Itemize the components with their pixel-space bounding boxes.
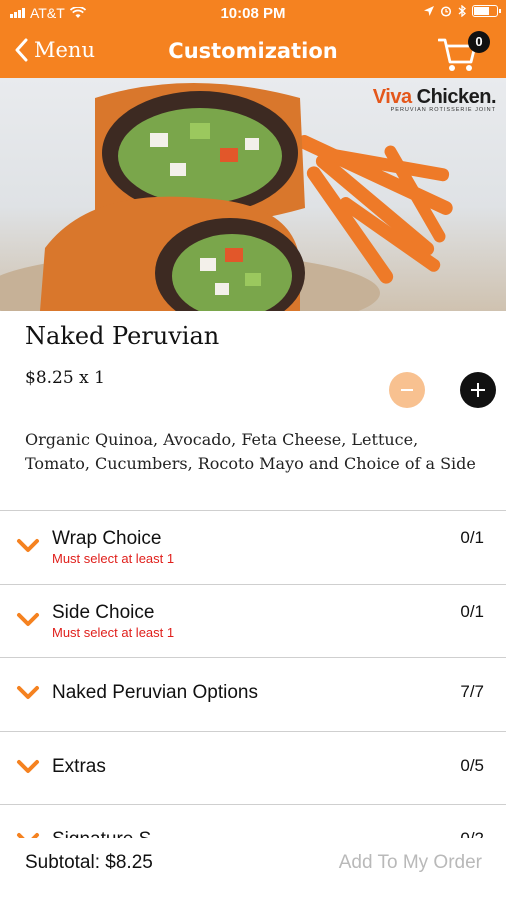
option-count: 0/5 [460, 755, 484, 775]
option-count: 0/2 [460, 829, 484, 838]
location-icon [424, 6, 434, 16]
chevron-down-icon [17, 759, 39, 773]
chevron-down-icon [17, 539, 39, 552]
cart-count-badge: 0 [468, 31, 490, 53]
brand-name-part2: Chicken. [416, 86, 497, 108]
option-extras[interactable]: Extras 0/5 [0, 732, 506, 805]
item-name: Naked Peruvian [25, 322, 220, 350]
alarm-icon [440, 6, 452, 17]
option-label: Naked Peruvian Options [52, 682, 258, 703]
option-signature[interactable]: Signature S 0/2 [0, 805, 506, 838]
option-requirement: Must select at least 1 [52, 551, 175, 566]
cart-button[interactable]: 0 [438, 31, 490, 74]
battery-icon [472, 5, 501, 17]
option-requirement: Must select at least 1 [52, 624, 175, 640]
minus-icon [401, 389, 413, 391]
option-label: Wrap Choice [52, 528, 162, 549]
item-price: $8.25 x 1 [25, 368, 105, 388]
decrease-quantity-button[interactable] [389, 372, 425, 408]
status-icons [424, 5, 501, 17]
option-wrap-choice[interactable]: Wrap Choice Must select at least 1 0/1 [0, 511, 506, 585]
page-title: Customization [168, 39, 338, 63]
increase-quantity-button[interactable] [460, 372, 496, 408]
item-description: Organic Quinoa, Avocado, Feta Cheese, Le… [25, 430, 476, 473]
status-bar: AT&T 10:08 PM [0, 0, 506, 28]
option-label: Signature S [52, 829, 151, 838]
plus-icon [471, 383, 485, 397]
options-list[interactable]: Wrap Choice Must select at least 1 0/1 S… [0, 510, 506, 838]
brand-name-part1: Viva [372, 86, 412, 108]
chevron-down-icon [17, 612, 39, 626]
option-label: Extras [52, 755, 106, 777]
bluetooth-icon [458, 5, 466, 17]
nav-bar: Menu Customization 0 [0, 28, 506, 78]
option-count: 0/1 [460, 528, 484, 547]
chevron-down-icon [17, 686, 39, 699]
option-side-choice[interactable]: Side Choice Must select at least 1 0/1 [0, 585, 506, 658]
bottom-bar: Subtotal: $8.25 Add To My Order [0, 838, 506, 900]
item-photo: Viva Chicken. PERUVIAN ROTISSERIE JOINT [0, 78, 506, 311]
option-count: 7/7 [460, 682, 484, 701]
brand-logo: Viva Chicken. PERUVIAN ROTISSERIE JOINT [372, 86, 497, 113]
option-count: 0/1 [460, 601, 484, 621]
option-label: Side Choice [52, 601, 155, 623]
add-to-order-button[interactable]: Add To My Order [339, 852, 482, 874]
brand-tagline: PERUVIAN ROTISSERIE JOINT [390, 107, 496, 113]
option-naked-peruvian-options[interactable]: Naked Peruvian Options 7/7 [0, 658, 506, 732]
subtotal: Subtotal: $8.25 [25, 852, 153, 873]
